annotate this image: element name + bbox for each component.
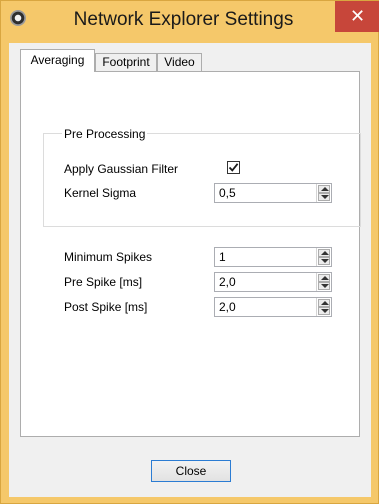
pre-spike-label: Pre Spike [ms] — [64, 275, 143, 289]
dialog-client-area: Averaging Footprint Video Pre Processing… — [9, 43, 371, 497]
minimum-spikes-label: Minimum Spikes — [64, 250, 153, 264]
arrow-down-icon — [321, 284, 329, 288]
post-spike-spinner[interactable]: 2,0 — [214, 297, 332, 317]
close-button[interactable]: Close — [151, 460, 231, 482]
minimum-spikes-value[interactable]: 1 — [219, 250, 226, 264]
title-bar[interactable]: Network Explorer Settings ✕ — [1, 1, 379, 43]
gaussian-filter-label: Apply Gaussian Filter — [64, 162, 179, 176]
pre-spike-spin-buttons — [316, 273, 331, 291]
window-close-button[interactable]: ✕ — [335, 1, 379, 32]
arrow-down-icon — [321, 259, 329, 263]
tab-video[interactable]: Video — [157, 53, 202, 71]
settings-window: Network Explorer Settings ✕ Averaging Fo… — [0, 0, 379, 504]
kernel-sigma-label: Kernel Sigma — [64, 186, 137, 200]
arrow-up-icon — [321, 251, 329, 255]
tab-footprint[interactable]: Footprint — [95, 53, 157, 71]
pre-spike-value[interactable]: 2,0 — [219, 275, 236, 289]
window-title: Network Explorer Settings — [73, 9, 294, 30]
averaging-tab-panel: Pre Processing Apply Gaussian Filter Ker… — [20, 71, 361, 437]
kernel-sigma-up-button[interactable] — [318, 185, 330, 193]
post-spike-up-button[interactable] — [318, 299, 330, 307]
pre-processing-group — [43, 133, 361, 227]
post-spike-label: Post Spike [ms] — [64, 300, 148, 314]
network-explorer-icon[interactable] — [10, 10, 26, 26]
arrow-down-icon — [321, 195, 329, 199]
pre-spike-up-button[interactable] — [318, 274, 330, 282]
kernel-sigma-spin-buttons — [316, 184, 331, 202]
minimum-spikes-down-button[interactable] — [318, 257, 330, 265]
arrow-up-icon — [321, 301, 329, 305]
gaussian-filter-checkbox[interactable] — [227, 161, 240, 174]
kernel-sigma-down-button[interactable] — [318, 193, 330, 201]
post-spike-down-button[interactable] — [318, 307, 330, 315]
arrow-up-icon — [321, 187, 329, 191]
minimum-spikes-spinner[interactable]: 1 — [214, 247, 332, 267]
pre-spike-down-button[interactable] — [318, 282, 330, 290]
minimum-spikes-spin-buttons — [316, 248, 331, 266]
pre-spike-spinner[interactable]: 2,0 — [214, 272, 332, 292]
checkmark-icon — [228, 163, 239, 172]
pre-processing-legend: Pre Processing — [62, 127, 148, 141]
kernel-sigma-spinner[interactable]: 0,5 — [214, 183, 332, 203]
arrow-down-icon — [321, 309, 329, 313]
minimum-spikes-up-button[interactable] — [318, 249, 330, 257]
post-spike-value[interactable]: 2,0 — [219, 300, 236, 314]
tab-averaging[interactable]: Averaging — [20, 49, 95, 72]
kernel-sigma-value[interactable]: 0,5 — [219, 186, 236, 200]
arrow-up-icon — [321, 276, 329, 280]
post-spike-spin-buttons — [316, 298, 331, 316]
